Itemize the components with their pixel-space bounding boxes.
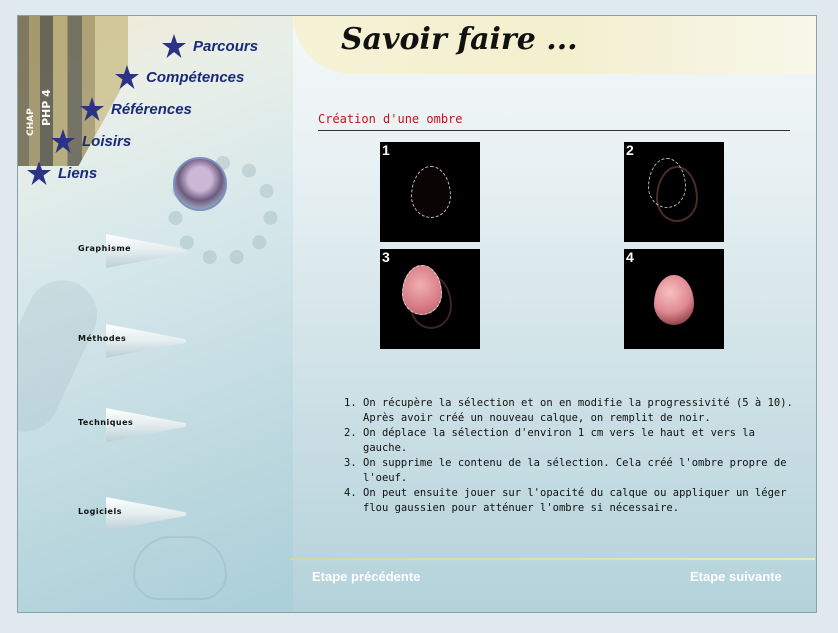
step-number: 3 — [382, 249, 390, 265]
step-number: 2 — [626, 142, 634, 158]
egg-final — [654, 275, 694, 325]
star-icon — [50, 128, 76, 154]
list-item: On peut ensuite jouer sur l'opacité du c… — [363, 486, 803, 516]
star-icon — [114, 64, 140, 90]
nav-competences[interactable]: Compétences — [114, 64, 244, 90]
sidenav-label: Graphisme — [78, 244, 132, 253]
list-item: On déplace la sélection d'environ 1 cm v… — [363, 426, 803, 456]
sidenav-techniques[interactable]: Techniques — [76, 405, 186, 445]
sidenav-methodes[interactable]: Méthodes — [76, 321, 186, 361]
nav-references[interactable]: Références — [79, 96, 192, 122]
book-spine-text: PHP 4 — [40, 89, 53, 126]
sidenav-label: Techniques — [78, 418, 134, 427]
footer-divider — [290, 558, 815, 560]
star-icon — [79, 96, 105, 122]
sidenav-label: Logiciels — [78, 507, 122, 516]
nav-label: Parcours — [193, 37, 259, 55]
page-frame: PHP 4 CHAP Parcours Compétences Référenc… — [17, 15, 817, 613]
star-icon — [161, 33, 187, 59]
instructions-list: On récupère la sélection et on en modifi… — [343, 396, 803, 516]
egg-selection — [648, 158, 686, 208]
book-spine-text: CHAP — [26, 108, 36, 136]
list-item: On supprime le contenu de la sélection. … — [363, 456, 803, 486]
step-number: 4 — [626, 249, 634, 265]
sidenav-logiciels[interactable]: Logiciels — [76, 494, 186, 534]
egg-filled — [402, 265, 442, 315]
nav-label: Références — [111, 100, 192, 118]
nav-label: Loisirs — [82, 132, 132, 150]
list-item: On récupère la sélection et on en modifi… — [363, 396, 803, 426]
previous-step-link[interactable]: Etape précédente — [312, 569, 420, 584]
nav-label: Compétences — [146, 68, 245, 86]
divider — [318, 130, 790, 131]
page-title: Savoir faire ... — [341, 22, 578, 57]
sidenav-graphisme[interactable]: Graphisme — [76, 231, 186, 271]
step-image-1: 1 — [380, 142, 480, 242]
avatar — [173, 157, 227, 211]
step-image-4: 4 — [624, 249, 724, 349]
step-image-3: 3 — [380, 249, 480, 349]
star-icon — [26, 160, 52, 186]
egg-selection — [411, 166, 451, 218]
mouse-decoration — [133, 536, 227, 600]
nav-loisirs[interactable]: Loisirs — [50, 128, 131, 154]
nav-liens[interactable]: Liens — [26, 160, 97, 186]
sidenav-label: Méthodes — [78, 334, 127, 343]
step-image-2: 2 — [624, 142, 724, 242]
step-number: 1 — [382, 142, 390, 158]
nav-parcours[interactable]: Parcours — [161, 33, 258, 59]
nav-label: Liens — [58, 164, 98, 182]
header-banner: Savoir faire ... — [293, 16, 816, 74]
next-step-link[interactable]: Etape suivante — [690, 569, 782, 584]
section-title: Création d'une ombre — [318, 112, 463, 126]
